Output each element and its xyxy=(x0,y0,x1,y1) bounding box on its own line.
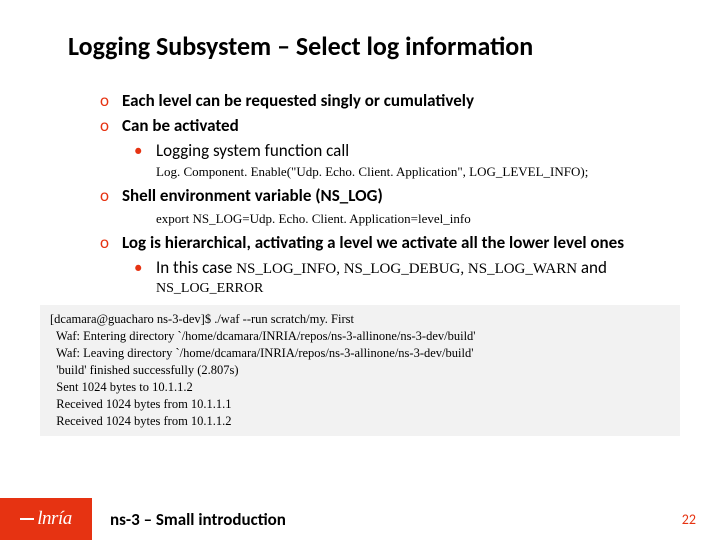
footer: lnría ns-3 – Small introduction xyxy=(0,498,720,540)
sub-bullet-item: • Logging system function call xyxy=(134,140,670,161)
bullet-item: o Can be activated xyxy=(100,115,670,137)
footer-title: ns-3 – Small introduction xyxy=(110,509,286,530)
bullet-marker-o: o xyxy=(100,115,122,137)
bullet-item: o Each level can be requested singly or … xyxy=(100,90,670,112)
code-fragment: NS_LOG_INFO, NS_LOG_DEBUG, NS_LOG_WARN xyxy=(236,261,577,277)
terminal-line: Waf: Entering directory `/home/dcamara/I… xyxy=(50,328,670,345)
terminal-line: 'build' finished successfully (2.807s) xyxy=(50,362,670,379)
bullet-text: Each level can be requested singly or cu… xyxy=(122,90,474,112)
inria-logo: lnría xyxy=(0,498,92,540)
terminal-line: [dcamara@guacharo ns-3-dev]$ ./waf --run… xyxy=(50,311,670,328)
bullet-item: o Log is hierarchical, activating a leve… xyxy=(100,232,670,254)
bullet-item: o Shell environment variable (NS_LOG) xyxy=(100,185,670,207)
content-area: o Each level can be requested singly or … xyxy=(0,62,720,297)
bullet-text: Can be activated xyxy=(122,115,239,137)
bullet-text: Shell environment variable (NS_LOG) xyxy=(122,185,383,207)
page-number: 22 xyxy=(682,511,696,528)
terminal-line: Received 1024 bytes from 10.1.1.2 xyxy=(50,413,670,430)
logo-text: lnría xyxy=(37,508,71,530)
bullet-marker-o: o xyxy=(100,185,122,207)
terminal-line: Received 1024 bytes from 10.1.1.1 xyxy=(50,396,670,413)
sub-bullet-item: • In this case NS_LOG_INFO, NS_LOG_DEBUG… xyxy=(134,257,670,279)
slide-title: Logging Subsystem – Select log informati… xyxy=(0,0,720,62)
bullet-marker-o: o xyxy=(100,232,122,254)
text-fragment: In this case xyxy=(156,257,236,278)
terminal-line: Waf: Leaving directory `/home/dcamara/IN… xyxy=(50,345,670,362)
bullet-text: Log is hierarchical, activating a level … xyxy=(122,232,624,254)
text-fragment: and xyxy=(577,257,607,278)
terminal-output: [dcamara@guacharo ns-3-dev]$ ./waf --run… xyxy=(40,305,680,435)
bullet-marker-o: o xyxy=(100,90,122,112)
bullet-text: In this case NS_LOG_INFO, NS_LOG_DEBUG, … xyxy=(156,257,607,279)
code-snippet: Log. Component. Enable("Udp. Echo. Clien… xyxy=(156,164,670,180)
code-fragment: NS_LOG_ERROR xyxy=(156,281,670,297)
code-snippet: export NS_LOG=Udp. Echo. Client. Applica… xyxy=(156,211,670,227)
logo-dash-icon xyxy=(20,518,34,520)
bullet-marker-dot: • xyxy=(134,140,156,161)
bullet-marker-dot: • xyxy=(134,257,156,279)
bullet-text: Logging system function call xyxy=(156,140,349,161)
terminal-line: Sent 1024 bytes to 10.1.1.2 xyxy=(50,379,670,396)
